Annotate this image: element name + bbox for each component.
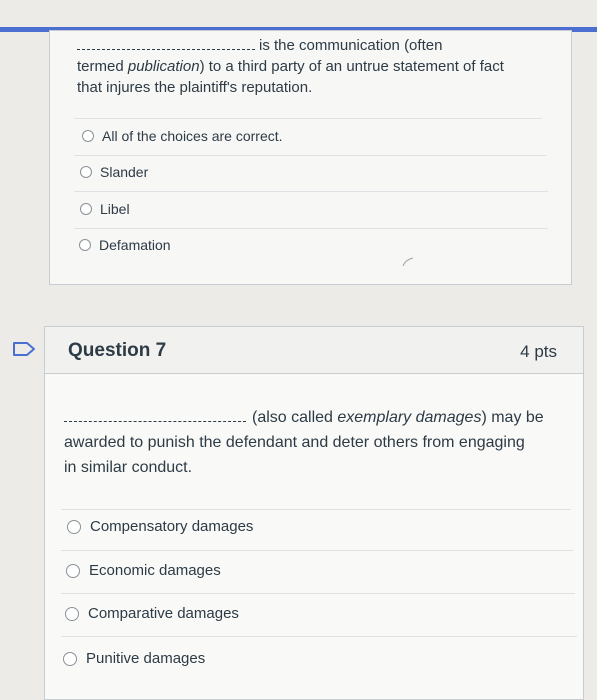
answer-blank [64, 408, 246, 422]
answer-option-compensatory[interactable]: Compensatory damages [67, 518, 253, 535]
divider [74, 191, 548, 192]
radio-button[interactable] [66, 563, 80, 578]
answer-blank [77, 37, 255, 50]
question-7-header: Question 7 4 pts [45, 327, 583, 374]
quiz-page: is the communication (often termed publi… [0, 0, 597, 700]
radio-button[interactable] [63, 651, 77, 666]
radio-button[interactable] [80, 203, 92, 215]
answer-option-defamation[interactable]: Defamation [79, 237, 171, 253]
divider [61, 636, 577, 637]
question-7-text: (also called exemplary damages) may be a… [64, 408, 544, 476]
answer-option-libel[interactable]: Libel [80, 201, 130, 217]
divider [61, 593, 575, 594]
question-6-card: is the communication (often termed publi… [49, 30, 572, 285]
question-title: Question 7 [68, 340, 167, 361]
divider [61, 509, 571, 510]
divider [74, 118, 542, 119]
radio-button[interactable] [80, 166, 92, 178]
radio-button[interactable] [82, 130, 94, 142]
radio-button[interactable] [79, 239, 91, 251]
answer-option-all-correct[interactable]: All of the choices are correct. [82, 128, 283, 144]
stray-mark [402, 257, 414, 267]
question-6-text: is the communication (often termed publi… [77, 37, 504, 96]
answer-option-comparative[interactable]: Comparative damages [65, 605, 239, 622]
radio-button[interactable] [65, 606, 79, 621]
answer-option-economic[interactable]: Economic damages [66, 562, 221, 579]
divider [74, 228, 548, 229]
question-points: 4 pts [520, 342, 557, 361]
radio-button[interactable] [67, 519, 81, 534]
divider [74, 155, 546, 156]
divider [61, 550, 573, 551]
answer-option-slander[interactable]: Slander [80, 164, 148, 180]
question-7-card: Question 7 4 pts (also called exemplary … [44, 326, 584, 700]
flag-question-icon[interactable] [12, 341, 36, 357]
answer-option-punitive[interactable]: Punitive damages [63, 650, 205, 667]
